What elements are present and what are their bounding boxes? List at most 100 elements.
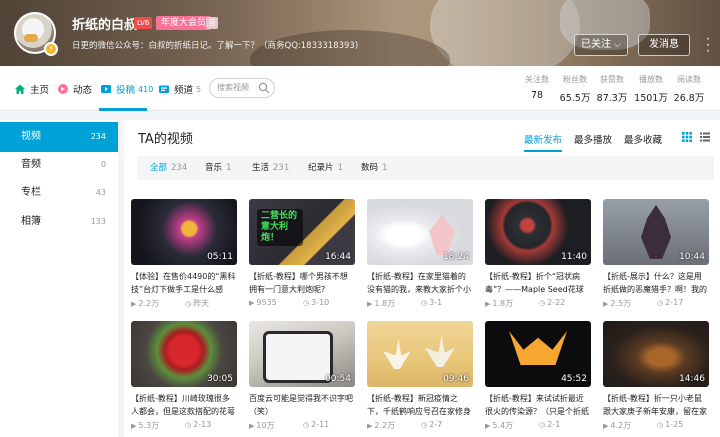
video-thumbnail[interactable]: 05:11 — [131, 199, 237, 265]
video-thumbnail[interactable]: 18:24 — [367, 199, 473, 265]
video-thumbnail[interactable]: 30:05 — [131, 321, 237, 387]
play-icon: ▶ — [367, 300, 373, 308]
honor-badge[interactable]: 百 — [206, 17, 218, 29]
tab-uploads[interactable]: 投稿 410 — [100, 80, 153, 98]
sidebar-item-articles[interactable]: 专栏 43 — [0, 178, 118, 208]
video-plays: 9535 — [256, 298, 277, 307]
thumbnail-caption: 二营长的意大利炮！ — [257, 209, 303, 246]
message-button[interactable]: 发消息 — [638, 34, 690, 56]
video-duration: 14:46 — [679, 374, 705, 384]
video-title[interactable]: 【折纸-教程】新冠疫情之下，千纸鹤响应号召在家修身 — [367, 392, 473, 418]
play-icon: ▶ — [485, 422, 491, 430]
clock-icon: ◷ — [539, 421, 546, 429]
home-icon — [15, 84, 25, 94]
video-thumbnail[interactable]: 二营长的意大利炮！ 16:44 — [249, 199, 355, 265]
video-title[interactable]: 百度云可能是觉得我不识字吧（笑） — [249, 392, 355, 418]
video-search-input[interactable]: 搜索视频 — [209, 78, 275, 98]
verified-icon: ⚡ — [44, 42, 58, 56]
video-title[interactable]: 【折纸-展示】什么？这是用折纸做的恶魔猎手？啊！我的 — [603, 270, 709, 296]
sort-latest[interactable]: 最新发布 — [524, 132, 562, 146]
video-plays: 1.8万 — [374, 299, 396, 308]
video-plays: 2.2万 — [138, 299, 160, 308]
clock-icon: ◷ — [303, 421, 310, 429]
video-panel: TA的视频 最新发布 最多播放 最多收藏 全部 234 音乐 1 生活 231 纪录片… — [118, 120, 720, 437]
sidebar-item-albums[interactable]: 相簿 133 — [0, 207, 118, 237]
channel-icon — [159, 85, 169, 93]
video-date: 2-1 — [547, 420, 561, 429]
video-title[interactable]: 【体验】在售价4490的“黑科技”台灯下做手工是什么感 — [131, 270, 237, 296]
stat-followers[interactable]: 粉丝数 65.5万 — [556, 74, 594, 104]
filter-digital[interactable]: 数码 1 — [361, 156, 387, 180]
phone-screen-art — [263, 331, 333, 383]
video-thumbnail[interactable]: 00:54 — [249, 321, 355, 387]
play-icon: ▶ — [485, 300, 491, 308]
video-plays: 2.5万 — [610, 299, 632, 308]
filter-all[interactable]: 全部 234 — [150, 156, 187, 180]
video-plays: 10万 — [256, 421, 275, 430]
more-icon[interactable]: · · · — [704, 33, 712, 57]
tab-home[interactable]: 主页 — [14, 80, 49, 98]
follow-button[interactable]: 已关注 ⌵ — [574, 34, 628, 56]
stat-following[interactable]: 关注数 78 — [518, 74, 556, 101]
video-thumbnail[interactable]: 11:40 — [485, 199, 591, 265]
video-plays: 5.3万 — [138, 421, 160, 430]
tab-channels[interactable]: 频道 5 — [158, 80, 201, 98]
video-thumbnail[interactable]: 45:52 — [485, 321, 591, 387]
video-title[interactable]: 【折纸-教程】折个“冠状病毒”？——Maple Seed花球 — [485, 270, 591, 296]
origami-cat-art — [429, 215, 455, 255]
list-view-icon[interactable] — [700, 132, 710, 142]
grid-view-icon[interactable] — [682, 132, 692, 142]
video-date: 2-7 — [429, 420, 443, 429]
video-duration: 00:54 — [325, 374, 351, 384]
video-duration: 10:44 — [679, 252, 705, 262]
video-date: 2-17 — [665, 298, 684, 307]
play-icon: ▶ — [603, 422, 609, 430]
search-icon[interactable] — [258, 82, 270, 94]
video-date: 3-1 — [429, 298, 443, 307]
active-tab-indicator — [99, 108, 147, 111]
video-date: 2-11 — [311, 420, 330, 429]
vip-badge[interactable]: 年度大会员 — [156, 16, 212, 30]
video-title[interactable]: 【折纸-教程】川崎玫瑰很多人都会，但是这款搭配的花萼 — [131, 392, 237, 418]
follow-label: 已关注 — [581, 39, 611, 50]
filter-life[interactable]: 生活 231 — [252, 156, 289, 180]
sidebar-item-videos[interactable]: 视频 234 — [0, 122, 118, 152]
video-duration: 30:05 — [207, 374, 233, 384]
video-duration: 09:46 — [443, 374, 469, 384]
video-title[interactable]: 【折纸-教程】哪个男孩不想拥有一门意大利炮呢? — [249, 270, 355, 296]
channels-count: 5 — [196, 84, 202, 94]
stat-plays: 播放数 1501万 — [634, 75, 668, 104]
video-title[interactable]: 【折纸-教程】来试试折最近很火的传染源？（只是个折纸 — [485, 392, 591, 418]
filter-documentary[interactable]: 纪录片 1 — [308, 156, 343, 180]
video-duration: 18:24 — [443, 252, 469, 262]
level-badge[interactable]: LV6 — [134, 17, 153, 29]
video-duration: 16:44 — [325, 252, 351, 262]
paper-crane-art — [425, 335, 455, 367]
clock-icon: ◷ — [303, 299, 310, 307]
clock-icon: ◷ — [539, 299, 546, 307]
sidebar-item-audio[interactable]: 音频 0 — [0, 150, 118, 180]
play-icon: ▶ — [249, 422, 255, 430]
uploads-count: 410 — [138, 84, 154, 94]
sort-most-played[interactable]: 最多播放 — [574, 132, 612, 146]
origami-figure-art — [641, 205, 671, 259]
video-title[interactable]: 【折纸-教程】在家里猫着的没有猫的我，来教大家折个小 — [367, 270, 473, 296]
play-icon: ▶ — [603, 300, 609, 308]
play-icon: ▶ — [249, 299, 255, 307]
video-duration: 05:11 — [207, 252, 233, 262]
page-title: TA的视频 — [138, 132, 193, 147]
profile-banner: ⚡ 折纸的白叔 LV6 年度大会员 百 日更的微信公众号：白叔的折纸日记。了解一… — [0, 0, 720, 66]
clock-icon: ◷ — [185, 300, 192, 308]
video-thumbnail[interactable]: 09:46 — [367, 321, 473, 387]
tab-dynamic[interactable]: 动态 — [57, 80, 92, 98]
video-date: 昨天 — [193, 299, 210, 308]
filter-music[interactable]: 音乐 1 — [205, 156, 231, 180]
video-title[interactable]: 【折纸-教程】折一只小老鼠跟大家庚子新年安康，留在家 — [603, 392, 709, 418]
video-date: 1-25 — [665, 420, 684, 429]
sort-most-favorited[interactable]: 最多收藏 — [624, 132, 662, 146]
clock-icon: ◷ — [421, 421, 428, 429]
paper-crane-art — [383, 339, 411, 369]
video-icon — [101, 85, 111, 93]
video-thumbnail[interactable]: 14:46 — [603, 321, 709, 387]
video-thumbnail[interactable]: 10:44 — [603, 199, 709, 265]
